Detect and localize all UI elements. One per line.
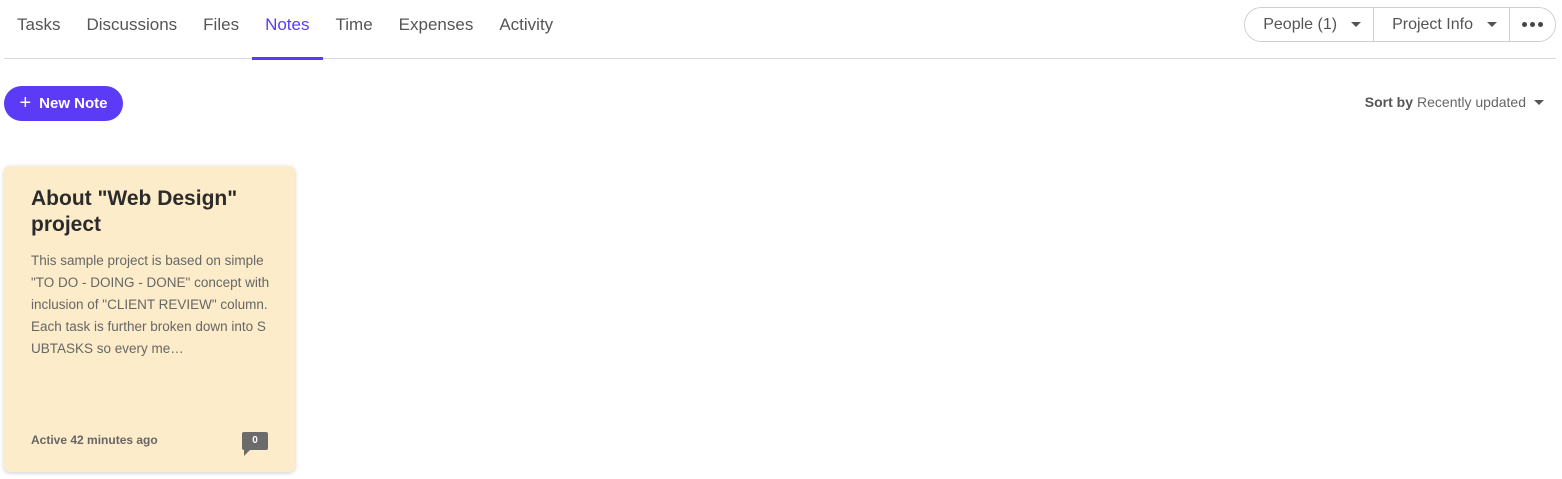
- comment-count-icon: 0: [242, 432, 268, 456]
- header-button-group: People (1) Project Info: [1244, 7, 1556, 42]
- caret-down-icon: [1487, 22, 1497, 27]
- project-info-button[interactable]: Project Info: [1374, 8, 1510, 41]
- tab-expenses[interactable]: Expenses: [386, 0, 487, 59]
- note-excerpt: This sample project is based on simple "…: [31, 253, 270, 356]
- new-note-button[interactable]: + New Note: [4, 86, 123, 121]
- sort-value: Recently updated: [1417, 94, 1526, 110]
- plus-icon: +: [19, 91, 32, 114]
- project-header: Tasks Discussions Files Notes Time Expen…: [4, 0, 1556, 60]
- caret-down-icon: [1534, 99, 1544, 105]
- tab-discussions[interactable]: Discussions: [73, 0, 190, 59]
- project-info-button-label: Project Info: [1392, 15, 1473, 33]
- note-activity-status: Active 42 minutes ago: [31, 433, 158, 447]
- note-card[interactable]: About "Web Design" project This sample p…: [4, 166, 295, 472]
- people-button[interactable]: People (1): [1245, 8, 1375, 41]
- new-note-label: New Note: [39, 95, 108, 112]
- tab-activity[interactable]: Activity: [486, 0, 566, 59]
- note-title: About "Web Design" project: [31, 187, 238, 236]
- sort-by-label: Sort by: [1364, 94, 1414, 110]
- sort-dropdown[interactable]: Sort by Recently updated: [1365, 94, 1544, 110]
- tab-time[interactable]: Time: [323, 0, 386, 59]
- ellipsis-icon: [1522, 22, 1543, 27]
- more-options-button[interactable]: [1510, 8, 1555, 41]
- project-tabs: Tasks Discussions Files Notes Time Expen…: [4, 0, 566, 60]
- caret-down-icon: [1351, 22, 1362, 27]
- people-button-label: People (1): [1263, 15, 1338, 33]
- tab-notes[interactable]: Notes: [252, 0, 323, 60]
- tab-files[interactable]: Files: [190, 0, 252, 59]
- tab-tasks[interactable]: Tasks: [4, 0, 73, 59]
